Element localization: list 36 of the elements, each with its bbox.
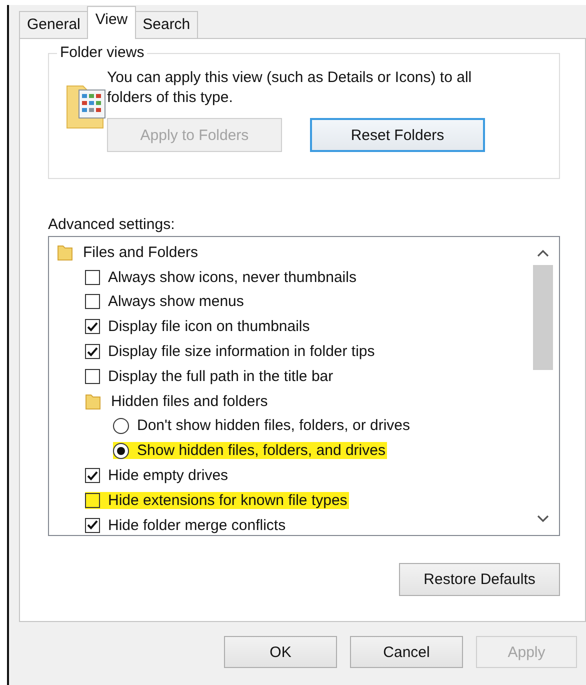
checkbox[interactable]: [85, 468, 100, 484]
option-label: Hide folder merge conflicts: [108, 516, 286, 534]
tab[interactable]: View: [87, 6, 136, 39]
reset-folders-button[interactable]: Reset Folders: [310, 118, 485, 152]
scroll-down-icon[interactable]: [537, 515, 549, 523]
checkbox[interactable]: [85, 270, 100, 285]
option-label: Don't show hidden files, folders, or drives: [137, 417, 410, 434]
radio-button[interactable]: [113, 442, 129, 459]
option-label: Display file icon on thumbnails: [108, 318, 310, 336]
tab[interactable]: Search: [134, 11, 198, 38]
group-label: Files and Folders: [83, 244, 198, 261]
folder-icon: [85, 392, 101, 410]
option-label: Always show icons, never thumbnails: [108, 268, 356, 286]
checkbox[interactable]: [85, 294, 100, 310]
scroll-thumb[interactable]: [533, 265, 553, 370]
option-label: Hide extensions for known file types: [108, 492, 348, 509]
option-label: Always show menus: [108, 293, 244, 310]
tab[interactable]: General: [19, 11, 88, 38]
radio-button[interactable]: [113, 418, 129, 434]
restore-defaults-button[interactable]: Restore Defaults: [399, 563, 560, 596]
option-label: Show hidden files, folders, and drives: [137, 442, 386, 460]
checkbox[interactable]: [85, 368, 100, 384]
checkbox[interactable]: [85, 518, 100, 533]
option-label: Display the full path in the title bar: [108, 368, 334, 385]
cancel-button[interactable]: Cancel: [350, 636, 463, 668]
checkbox[interactable]: [85, 344, 100, 360]
ok-button[interactable]: OK: [224, 636, 337, 668]
option-label: Display file size information in folder tips: [108, 343, 375, 360]
checkbox[interactable]: [85, 319, 100, 334]
folder-icon: [57, 243, 73, 262]
scroll-up-icon[interactable]: [537, 249, 549, 257]
group-label: Hidden files and folders: [111, 392, 268, 410]
description-text: You can apply this view (such as Details or Icons) to all folders of this type.: [107, 68, 473, 108]
checkbox[interactable]: [85, 492, 100, 508]
option-label: Hide empty drives: [108, 467, 228, 484]
section-label: Advanced settings:: [48, 216, 176, 233]
